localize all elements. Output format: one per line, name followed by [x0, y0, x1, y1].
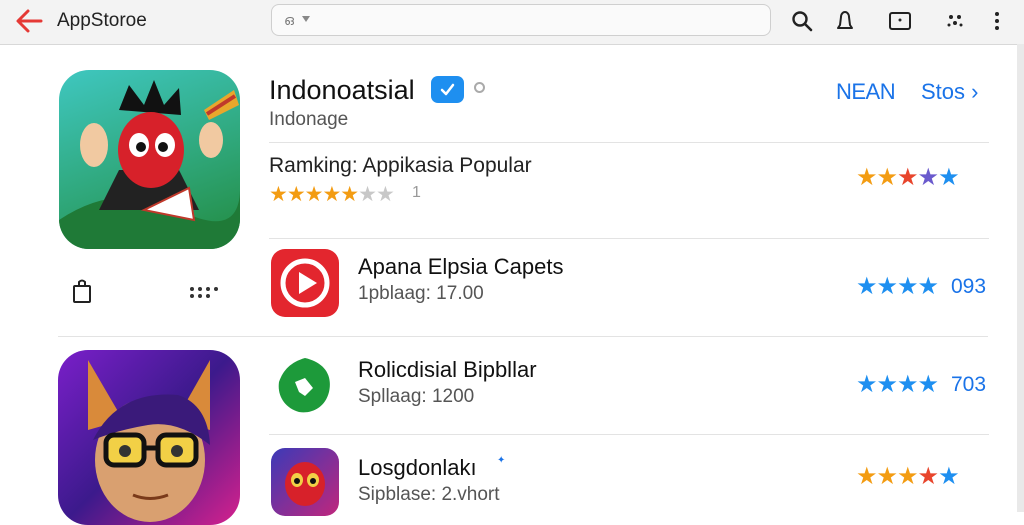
featured-character-image	[59, 80, 240, 249]
featured-app-icon[interactable]	[59, 70, 240, 249]
more-vert-icon[interactable]	[985, 9, 1009, 33]
ranking-number: 1	[412, 184, 421, 201]
red-character-icon	[285, 462, 325, 506]
app-subtitle-3: Sipblase: 2.vhort	[358, 484, 500, 505]
app-subtitle-1: 1pblaag: 17.00	[358, 283, 484, 304]
new-dot-icon: ✦	[497, 455, 506, 466]
app-rating-1: 093	[951, 275, 987, 298]
app-stars-1: ★★★★	[856, 273, 939, 300]
share-icon[interactable]	[70, 278, 94, 304]
divider	[269, 434, 989, 435]
app-title: AppStoroe	[57, 10, 147, 31]
app-stars-3: ★★★★★	[856, 463, 960, 490]
divider	[58, 336, 988, 337]
app-name-2[interactable]: Rolicdisial Bipbllar	[358, 357, 537, 383]
top-bar: AppStoroe ഒ	[0, 0, 1024, 45]
divider	[269, 142, 989, 143]
back-arrow-icon[interactable]	[14, 8, 44, 34]
featured-stars: ★★★★★★★	[269, 183, 395, 206]
cat-hero-image	[88, 360, 210, 522]
play-icon	[280, 258, 330, 308]
verified-badge-icon	[431, 76, 464, 103]
tablet-icon[interactable]	[888, 9, 912, 33]
search-icon[interactable]	[790, 9, 814, 33]
info-dot-icon	[474, 82, 485, 93]
second-featured-icon[interactable]	[58, 350, 240, 525]
store-link[interactable]: Stos ›	[921, 79, 978, 105]
dots-icon[interactable]	[943, 9, 967, 33]
green-leaf-icon	[278, 358, 330, 413]
developer-link[interactable]: NEAN	[836, 79, 896, 105]
app-subtitle-2: Spllaag: 1200	[358, 386, 475, 407]
search-text: ഒ	[284, 12, 294, 28]
bell-icon[interactable]	[833, 9, 857, 33]
app-icon-3[interactable]	[271, 448, 339, 516]
app-rating-2: 703	[951, 373, 987, 396]
app-icon-2[interactable]	[271, 352, 339, 420]
ranking-label: Ramking: Appikasia Popular	[269, 154, 532, 177]
app-name-3[interactable]: Losgdonlakı	[358, 455, 477, 481]
app-stars-2: ★★★★	[856, 371, 939, 398]
featured-rating-stars: ★★★★★	[856, 164, 960, 191]
scrollbar[interactable]	[1017, 44, 1024, 512]
featured-app-name: Indonoatsial	[269, 75, 415, 105]
search-field[interactable]: ഒ	[271, 4, 771, 36]
featured-subtitle: Indonage	[269, 109, 349, 130]
app-icon-1[interactable]	[271, 249, 339, 317]
dropdown-caret-icon	[302, 16, 310, 22]
more-dots-icon[interactable]	[188, 284, 224, 300]
divider	[269, 238, 989, 239]
app-name-1[interactable]: Apana Elpsia Capets	[358, 254, 563, 280]
